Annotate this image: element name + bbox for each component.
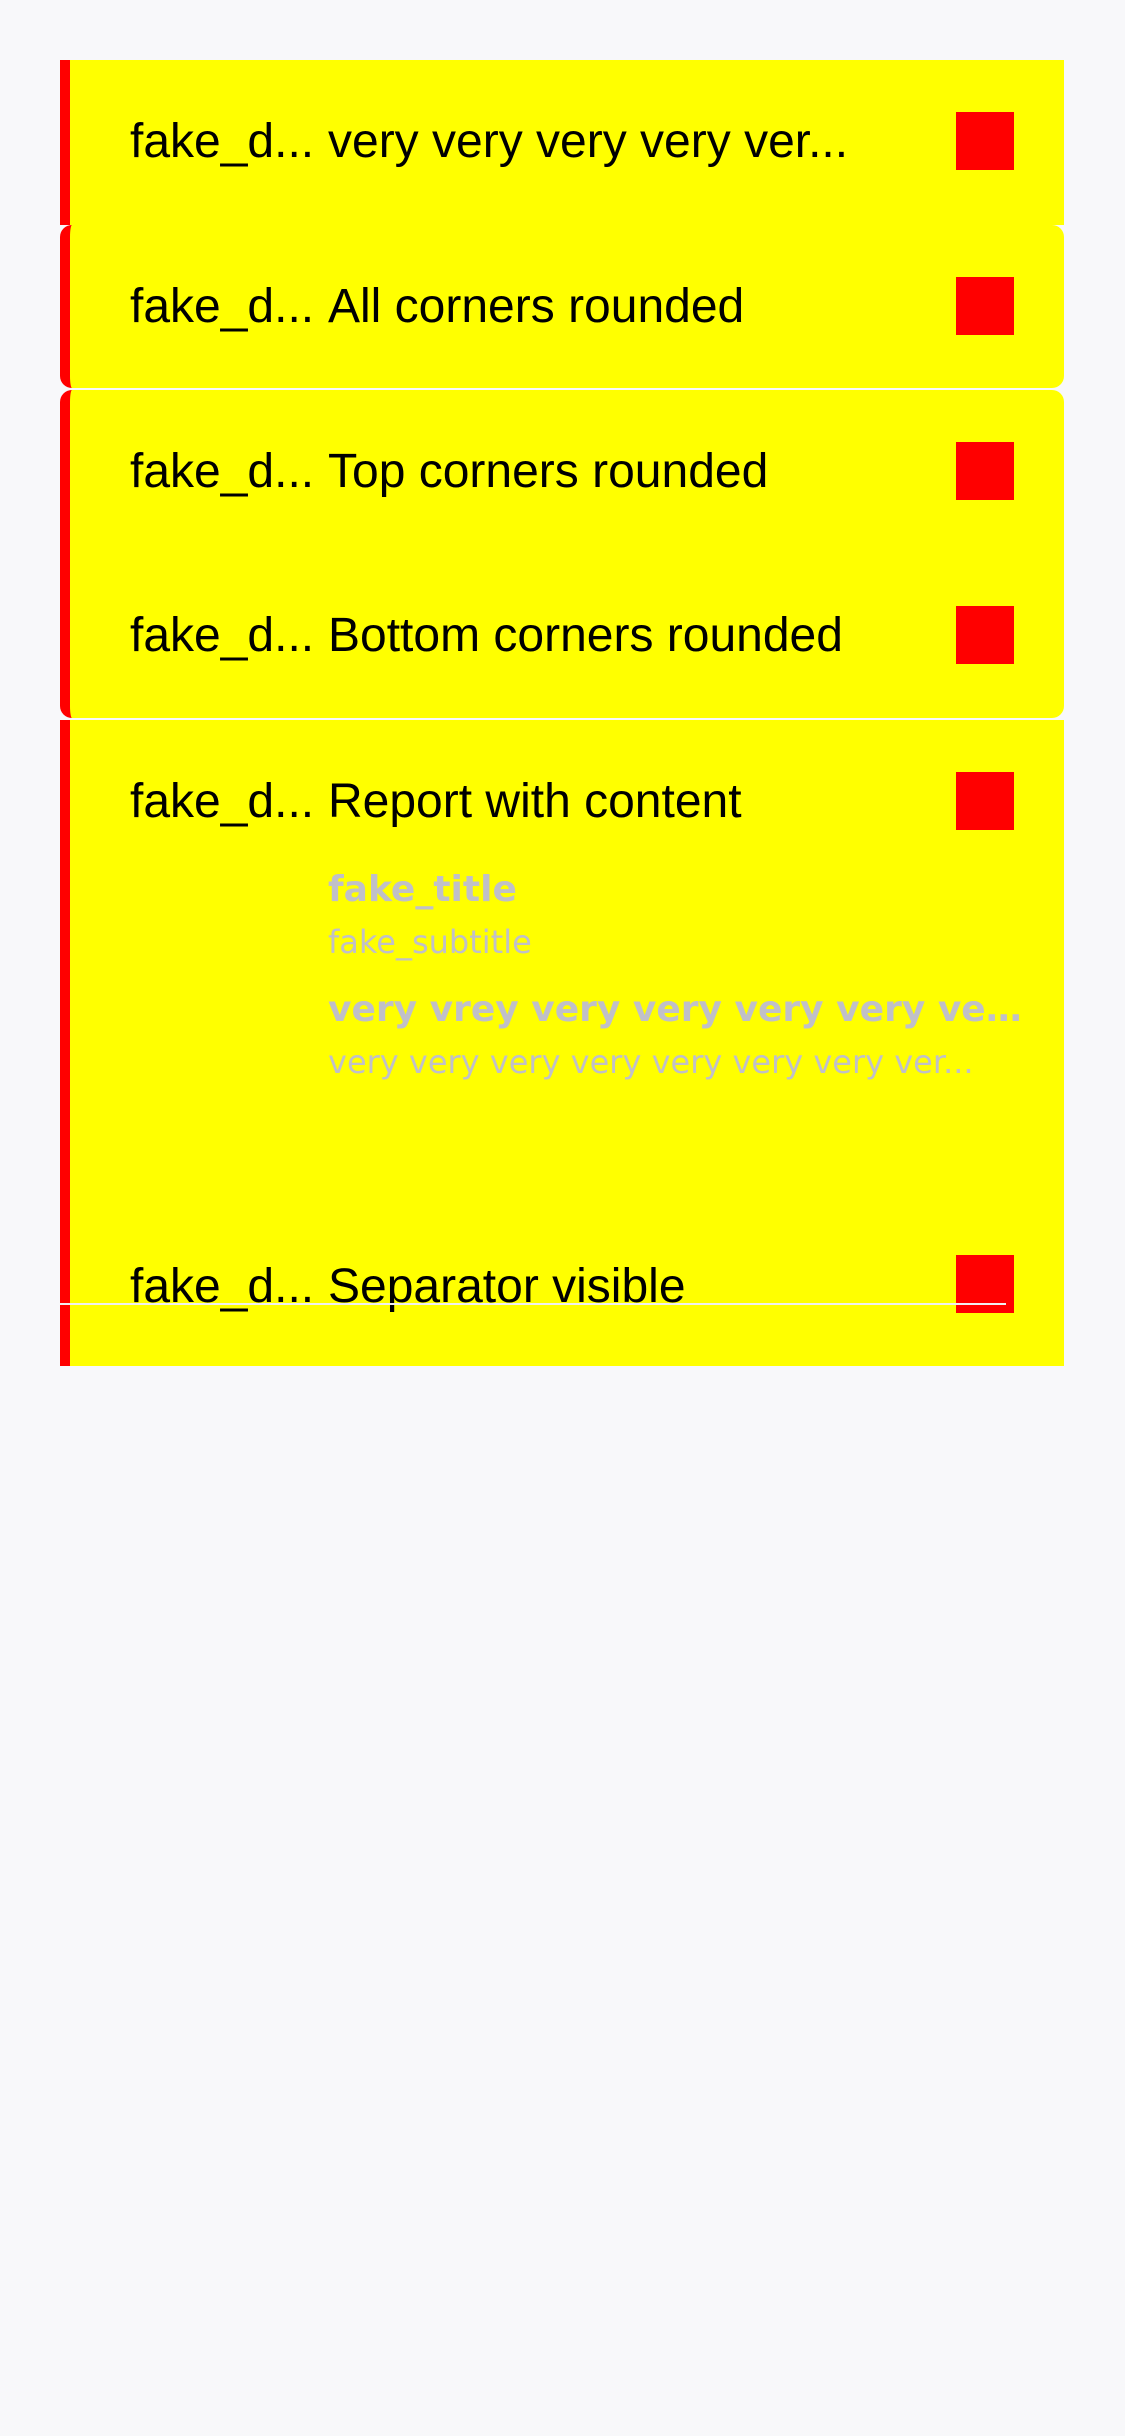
report-cell[interactable]: fake_d... very very very very ver... <box>60 60 1064 225</box>
report-title: Bottom corners rounded <box>328 609 843 662</box>
report-date: fake_d... <box>130 775 315 828</box>
red-square-icon <box>956 606 1014 664</box>
report-date: fake_d... <box>130 609 315 662</box>
report-title: Separator visible <box>328 1260 686 1313</box>
content-body: very very very very very very very ver..… <box>328 1043 974 1081</box>
report-date: fake_d... <box>130 280 315 333</box>
report-cell[interactable]: fake_d... Separator visible <box>60 1141 1064 1366</box>
report-cell[interactable]: fake_d... Top corners rounded <box>60 390 1064 554</box>
content-subtitle: fake_subtitle <box>328 923 532 961</box>
report-content: fake_title fake_subtitle very vrey very … <box>328 865 1028 1095</box>
red-square-icon <box>956 442 1014 500</box>
report-title: All corners rounded <box>328 280 745 333</box>
report-title: very very very very ver... <box>328 115 849 168</box>
separator-line <box>60 1303 1006 1305</box>
report-cell[interactable]: fake_d... Bottom corners rounded <box>60 554 1064 718</box>
report-cell[interactable]: fake_d... Report with content fake_title… <box>60 720 1064 1141</box>
report-title: Top corners rounded <box>328 445 769 498</box>
report-date: fake_d... <box>130 445 315 498</box>
content-title: fake_title <box>328 869 517 910</box>
report-date: fake_d... <box>130 115 315 168</box>
red-square-icon <box>956 112 1014 170</box>
red-square-icon <box>956 277 1014 335</box>
report-date: fake_d... <box>130 1260 315 1313</box>
content-body-bold: very vrey very very very very very... <box>328 989 1028 1030</box>
red-square-icon <box>956 772 1014 830</box>
report-title: Report with content <box>328 775 742 828</box>
report-cell[interactable]: fake_d... All corners rounded <box>60 225 1064 388</box>
